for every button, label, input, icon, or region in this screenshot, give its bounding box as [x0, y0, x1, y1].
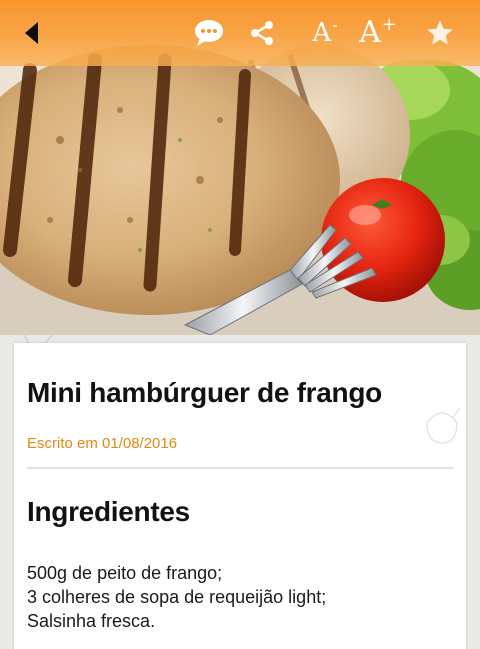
font-decrease-button[interactable]: A-	[306, 13, 344, 53]
font-increase-label: A	[359, 15, 381, 50]
list-item: 3 colheres de sopa de requeijão light;	[27, 587, 327, 607]
star-icon	[427, 20, 453, 45]
font-increase-button[interactable]: A +	[356, 13, 400, 53]
back-arrow-icon	[24, 22, 38, 44]
decorative-teapot-icon	[426, 407, 461, 444]
font-increase-sign: +	[381, 13, 397, 35]
recipe-card: Mini hambúrguer de frango Escrito em 01/…	[14, 343, 466, 649]
font-decrease-label: A	[312, 18, 332, 48]
divider	[27, 467, 454, 469]
comment-bubble-icon	[195, 20, 223, 46]
list-item: Salsinha fresca.	[27, 611, 156, 631]
share-button[interactable]	[244, 13, 280, 53]
back-button[interactable]	[16, 13, 46, 53]
recipe-date: Escrito em 01/08/2016	[27, 435, 178, 452]
comment-button[interactable]	[191, 13, 227, 53]
list-item: 500g de peito de frango;	[27, 563, 223, 583]
ingredients-heading: Ingredientes	[27, 496, 190, 527]
share-icon	[251, 21, 273, 45]
recipe-title: Mini hambúrguer de frango	[27, 377, 382, 408]
favorite-button[interactable]	[420, 13, 460, 53]
top-toolbar: A- A +	[0, 0, 480, 66]
font-decrease-sign: -	[332, 14, 338, 34]
ingredients-list: 500g de peito de frango; 3 colheres de s…	[27, 561, 326, 633]
